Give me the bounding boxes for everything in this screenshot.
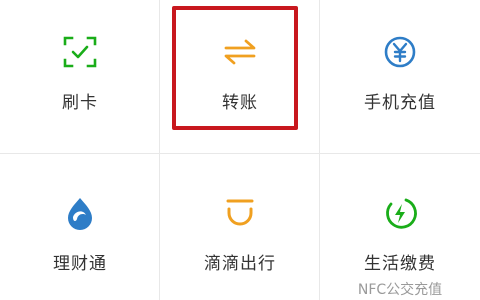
tile-label: 理财通 (53, 254, 107, 274)
tile-label: 转账 (222, 93, 258, 113)
tile-sublabel: NFC公交充值 (357, 282, 443, 298)
tile-label: 刷卡 (62, 93, 98, 113)
tile-label: 滴滴出行 (204, 254, 276, 274)
tile-transfer[interactable]: 转账 (160, 0, 320, 153)
didi-icon (226, 199, 254, 226)
tile-mobile-topup[interactable]: 手机充值 (320, 0, 480, 153)
tile-label: 手机充值 (364, 93, 436, 113)
tile-didi[interactable]: 滴滴出行 (160, 153, 320, 300)
tile-utilities[interactable]: 生活缴费 NFC公交充值 (320, 153, 480, 300)
tile-card-swipe[interactable]: 刷卡 (0, 0, 160, 153)
scan-card-icon (63, 36, 97, 68)
transfer-arrows-icon (224, 39, 256, 65)
wealth-drop-icon (68, 198, 92, 230)
tile-wealth[interactable]: 理财通 (0, 153, 160, 300)
service-grid: 刷卡 转账 手机充值 理财通 滴滴出行 生活缴费 NFC公交充值 (0, 0, 480, 300)
tile-label: 生活缴费 (364, 254, 436, 274)
yen-coin-icon (384, 36, 416, 68)
lightning-leaf-icon (386, 198, 417, 229)
